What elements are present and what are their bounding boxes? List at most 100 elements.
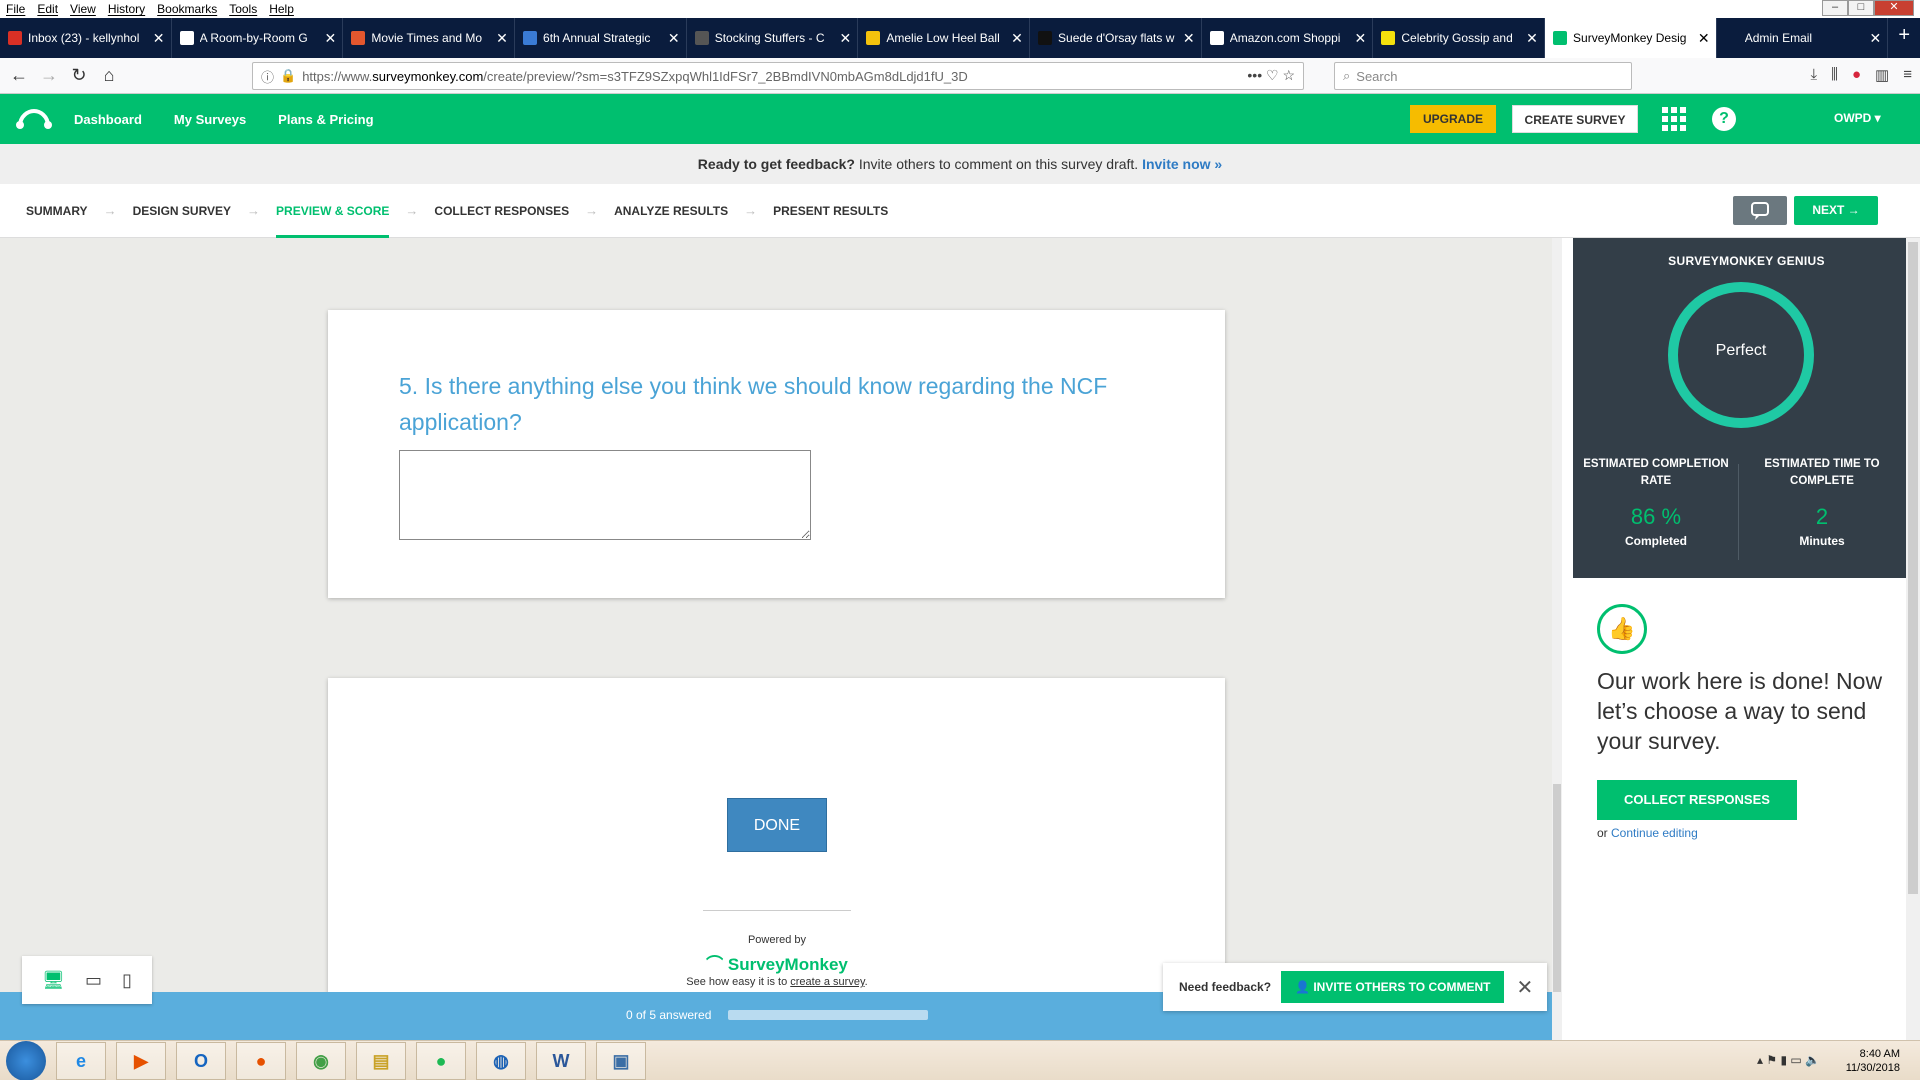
menu-item-edit[interactable]: Edit bbox=[37, 2, 58, 16]
firefox-icon[interactable]: ● bbox=[236, 1041, 286, 1080]
invite-now-link[interactable]: Invite now » bbox=[1142, 156, 1222, 172]
nav-my-surveys[interactable]: My Surveys bbox=[174, 112, 246, 127]
step-summary[interactable]: SUMMARY bbox=[26, 184, 88, 238]
need-feedback-label: Need feedback? bbox=[1179, 980, 1272, 994]
outlook-icon[interactable]: O bbox=[176, 1041, 226, 1080]
browser-tab[interactable]: Admin Email ✕ bbox=[1717, 18, 1889, 58]
browser-tab[interactable]: Movie Times and Mo ✕ bbox=[343, 18, 516, 58]
chrome-icon[interactable]: ◉ bbox=[296, 1041, 346, 1080]
phone-icon[interactable]: ▯ bbox=[122, 970, 132, 991]
favicon-icon bbox=[351, 31, 366, 45]
step-present-results[interactable]: PRESENT RESULTS bbox=[773, 184, 888, 238]
invite-label: INVITE OTHERS TO COMMENT bbox=[1313, 980, 1491, 994]
menu-icon[interactable]: ≡ bbox=[1903, 66, 1912, 84]
user-menu[interactable]: OWPD ▾ bbox=[1834, 111, 1881, 125]
close-tab-icon[interactable]: ✕ bbox=[153, 30, 165, 47]
menu-item-history[interactable]: History bbox=[108, 2, 145, 16]
sidebar-icon[interactable]: ▥ bbox=[1875, 66, 1889, 84]
pocket-icon[interactable]: ● bbox=[1852, 66, 1861, 84]
media-player-icon[interactable]: ▶ bbox=[116, 1041, 166, 1080]
scroll-thumb[interactable] bbox=[1553, 784, 1561, 992]
canvas-scrollbar[interactable] bbox=[1552, 238, 1562, 1040]
address-bar[interactable]: ⓘ 🔒 https://www. surveymonkey.com/create/… bbox=[252, 62, 1304, 90]
tablet-icon[interactable]: ▭ bbox=[85, 970, 102, 991]
favicon-icon bbox=[523, 31, 538, 45]
help-icon[interactable]: ? bbox=[1712, 107, 1736, 131]
step-arrow-icon: → bbox=[744, 203, 758, 218]
done-button[interactable]: DONE bbox=[727, 798, 827, 852]
apps-grid-icon[interactable] bbox=[1662, 107, 1686, 131]
invite-others-button[interactable]: 👤 INVITE OTHERS TO COMMENT bbox=[1281, 971, 1505, 1003]
step-preview-score[interactable]: PREVIEW & SCORE bbox=[276, 184, 390, 238]
spotify-icon[interactable]: ● bbox=[416, 1041, 466, 1080]
close-tab-icon[interactable]: ✕ bbox=[839, 30, 851, 47]
close-tab-icon[interactable]: ✕ bbox=[496, 30, 508, 47]
browser-tab[interactable]: A Room-by-Room G ✕ bbox=[172, 18, 344, 58]
browser-tab[interactable]: Stocking Stuffers - C ✕ bbox=[687, 18, 859, 58]
word-icon[interactable]: W bbox=[536, 1041, 586, 1080]
close-tab-icon[interactable]: ✕ bbox=[1011, 30, 1023, 47]
create-survey-button[interactable]: CREATE SURVEY bbox=[1512, 105, 1638, 133]
see-how-text: See how easy it is to create a survey. bbox=[628, 976, 926, 988]
create-survey-link[interactable]: create a survey bbox=[790, 976, 864, 988]
panel-scrollbar[interactable] bbox=[1906, 238, 1920, 1040]
comment-icon bbox=[1751, 202, 1769, 220]
continue-editing-link[interactable]: Continue editing bbox=[1611, 826, 1698, 840]
forward-icon[interactable]: → bbox=[34, 65, 64, 86]
menu-item-view[interactable]: View bbox=[70, 2, 96, 16]
clock[interactable]: 8:40 AM 11/30/2018 bbox=[1846, 1047, 1900, 1075]
file-explorer-icon[interactable]: ▤ bbox=[356, 1041, 406, 1080]
browser-tab[interactable]: Amazon.com Shoppi ✕ bbox=[1202, 18, 1374, 58]
system-tray-icons[interactable]: ▴ ⚑ ▮ ▭ 🔈 bbox=[1757, 1053, 1820, 1067]
chat-icon[interactable]: ◍ bbox=[476, 1041, 526, 1080]
step-design-survey[interactable]: DESIGN SURVEY bbox=[133, 184, 231, 238]
close-window-button[interactable]: ✕ bbox=[1874, 0, 1914, 16]
desktop-icon[interactable]: 🖥 bbox=[42, 970, 65, 991]
info-icon[interactable]: ⓘ bbox=[261, 67, 274, 86]
workflow-steps: SUMMARY → DESIGN SURVEY → PREVIEW & SCORE → CO… bbox=[0, 184, 1920, 238]
back-icon[interactable]: ← bbox=[4, 65, 34, 86]
browser-tab[interactable]: 6th Annual Strategic ✕ bbox=[515, 18, 687, 58]
browser-tab[interactable]: Suede d'Orsay flats w ✕ bbox=[1030, 18, 1202, 58]
library-icon[interactable]: ⫼ bbox=[1831, 66, 1838, 84]
ie-icon[interactable]: e bbox=[56, 1041, 106, 1080]
new-tab-icon[interactable]: + bbox=[1888, 18, 1920, 58]
browser-tab[interactable]: Celebrity Gossip and ✕ bbox=[1373, 18, 1546, 58]
download-icon[interactable]: ⤓ bbox=[1810, 66, 1817, 84]
menu-item-help[interactable]: Help bbox=[269, 2, 294, 16]
scroll-thumb[interactable] bbox=[1908, 242, 1918, 894]
close-tab-icon[interactable]: ✕ bbox=[1354, 30, 1367, 47]
step-analyze-results[interactable]: ANALYZE RESULTS bbox=[614, 184, 728, 238]
nav-dashboard[interactable]: Dashboard bbox=[74, 112, 142, 127]
reload-icon[interactable]: ↻ bbox=[64, 65, 94, 86]
menu-item-bookmarks[interactable]: Bookmarks bbox=[157, 2, 217, 16]
close-tab-icon[interactable]: ✕ bbox=[324, 30, 336, 47]
step-collect-responses[interactable]: COLLECT RESPONSES bbox=[434, 184, 569, 238]
close-icon[interactable]: ✕ bbox=[1516, 975, 1533, 1000]
answer-textarea[interactable] bbox=[399, 450, 811, 540]
surveymonkey-logo-icon[interactable] bbox=[16, 108, 52, 130]
collect-responses-button[interactable]: COLLECT RESPONSES bbox=[1597, 780, 1797, 820]
close-tab-icon[interactable]: ✕ bbox=[1698, 30, 1710, 47]
nav-plans-pricing[interactable]: Plans & Pricing bbox=[278, 112, 373, 127]
close-tab-icon[interactable]: ✕ bbox=[1183, 30, 1195, 47]
photos-icon[interactable]: ▣ bbox=[596, 1041, 646, 1080]
browser-tab[interactable]: Amelie Low Heel Ball ✕ bbox=[858, 18, 1031, 58]
upgrade-button[interactable]: UPGRADE bbox=[1410, 105, 1496, 133]
close-tab-icon[interactable]: ✕ bbox=[668, 30, 680, 47]
browser-tab[interactable]: SurveyMonkey Desig ✕ bbox=[1545, 18, 1717, 58]
page-actions-icon[interactable]: ••• ♡ ☆ bbox=[1247, 67, 1295, 84]
home-icon[interactable]: ⌂ bbox=[94, 65, 124, 86]
menu-item-file[interactable]: File bbox=[6, 2, 25, 16]
minimize-button[interactable]: – bbox=[1822, 0, 1848, 16]
comment-button[interactable] bbox=[1733, 196, 1787, 225]
maximize-button[interactable]: □ bbox=[1848, 0, 1874, 16]
browser-tab[interactable]: Inbox (23) - kellynhol ✕ bbox=[0, 18, 172, 58]
surveymonkey-brand[interactable]: ⌒ SurveyMonkey bbox=[628, 950, 926, 975]
close-tab-icon[interactable]: ✕ bbox=[1869, 30, 1882, 47]
close-tab-icon[interactable]: ✕ bbox=[1526, 30, 1538, 47]
search-input[interactable]: ⌕ Search bbox=[1334, 62, 1632, 90]
menu-item-tools[interactable]: Tools bbox=[229, 2, 257, 16]
start-button[interactable] bbox=[6, 1040, 46, 1080]
next-button[interactable]: NEXT → bbox=[1794, 196, 1878, 225]
